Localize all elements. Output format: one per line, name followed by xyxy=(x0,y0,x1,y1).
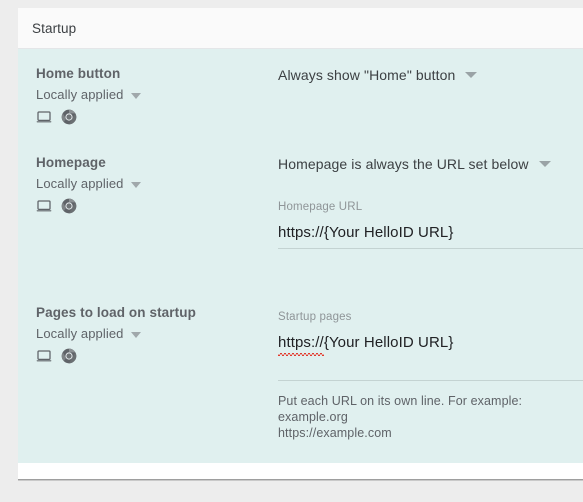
settings-card: Startup Home button Locally applied Alwa… xyxy=(18,8,583,479)
policy-source-selector[interactable]: Locally applied xyxy=(36,175,242,193)
policy-meta-startup-pages: Pages to load on startup Locally applied xyxy=(18,304,242,454)
policy-value-home-button: Always show "Home" button xyxy=(242,65,583,135)
screenshot-root: Startup Home button Locally applied Alwa… xyxy=(0,0,583,502)
homepage-url-rest: {Your HelloID URL} xyxy=(323,224,454,241)
startup-pages-rest: {Your HelloID URL} xyxy=(323,334,454,351)
helper-line-2: example.org xyxy=(278,410,348,424)
chevron-down-icon xyxy=(538,161,551,167)
policy-source-label: Locally applied xyxy=(36,87,124,102)
chevron-down-icon xyxy=(130,181,141,188)
policy-list: Home button Locally applied Always show … xyxy=(18,49,583,463)
chevron-down-icon xyxy=(130,92,141,99)
homepage-url-underline xyxy=(278,248,583,249)
startup-pages-underline xyxy=(278,380,583,381)
policy-scope-icons xyxy=(36,348,242,364)
policy-value-homepage: Homepage is always the URL set below Hom… xyxy=(242,154,583,304)
bottom-divider-shadow xyxy=(18,480,583,481)
helper-line-3: https://example.com xyxy=(278,426,392,440)
homepage-url-value[interactable]: https://{Your HelloID URL} xyxy=(278,214,583,248)
homepage-url-scheme: https:// xyxy=(278,224,324,241)
monitor-icon xyxy=(36,109,52,125)
policy-value-startup-pages: Startup pages https://{Your HelloID URL}… xyxy=(242,304,583,454)
home-button-selected-value: Always show "Home" button xyxy=(278,67,456,83)
policy-row-home-button: Home button Locally applied Always show … xyxy=(18,65,583,135)
chevron-down-icon xyxy=(130,331,141,338)
startup-pages-value[interactable]: https://{Your HelloID URL} xyxy=(278,324,583,358)
startup-pages-helper-text: Put each URL on its own line. For exampl… xyxy=(278,393,583,441)
chrome-icon xyxy=(61,198,77,214)
home-button-select[interactable]: Always show "Home" button xyxy=(278,65,583,85)
startup-pages-field[interactable]: Startup pages https://{Your HelloID URL} xyxy=(278,310,583,358)
chrome-icon xyxy=(61,109,77,125)
page-title: Startup xyxy=(32,20,77,36)
monitor-icon xyxy=(36,348,52,364)
chrome-icon xyxy=(61,348,77,364)
homepage-mode-select[interactable]: Homepage is always the URL set below xyxy=(278,154,583,174)
policy-row-homepage: Homepage Locally applied Homepage is alw… xyxy=(18,154,583,304)
policy-meta-homepage: Homepage Locally applied xyxy=(18,154,242,304)
card-footer xyxy=(18,463,583,479)
policy-source-label: Locally applied xyxy=(36,326,124,341)
homepage-url-field[interactable]: Homepage URL https://{Your HelloID URL} xyxy=(278,200,583,248)
card-header: Startup xyxy=(18,8,583,49)
policy-source-label: Locally applied xyxy=(36,176,124,191)
homepage-mode-selected-value: Homepage is always the URL set below xyxy=(278,156,529,172)
homepage-url-label: Homepage URL xyxy=(278,201,363,213)
policy-source-selector[interactable]: Locally applied xyxy=(36,86,242,104)
monitor-icon xyxy=(36,198,52,214)
chevron-down-icon xyxy=(465,72,478,78)
policy-scope-icons xyxy=(36,109,242,125)
startup-pages-label: Startup pages xyxy=(278,311,352,323)
policy-row-startup-pages: Pages to load on startup Locally applied xyxy=(18,304,583,454)
startup-pages-scheme: https:// xyxy=(278,332,324,356)
policy-name: Home button xyxy=(36,66,121,81)
policy-source-selector[interactable]: Locally applied xyxy=(36,325,242,343)
policy-scope-icons xyxy=(36,198,242,214)
policy-name: Homepage xyxy=(36,155,106,170)
policy-meta-home-button: Home button Locally applied xyxy=(18,65,242,135)
policy-name: Pages to load on startup xyxy=(36,305,196,320)
helper-line-1: Put each URL on its own line. For exampl… xyxy=(278,394,523,408)
